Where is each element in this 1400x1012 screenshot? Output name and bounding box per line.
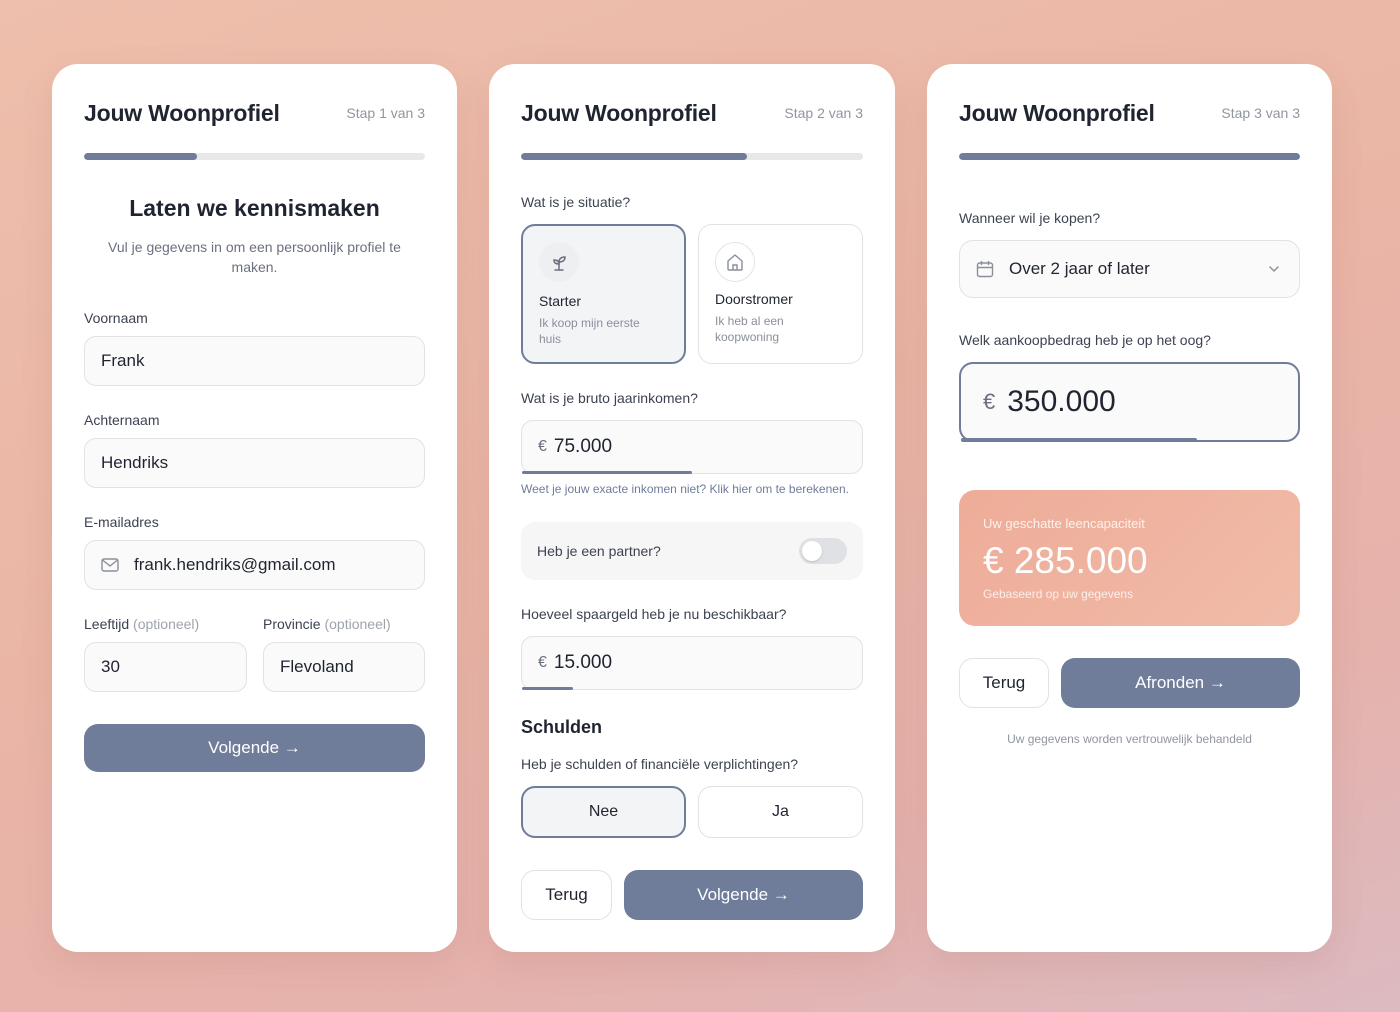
card-title: Jouw Woonprofiel: [959, 100, 1155, 126]
card-title: Jouw Woonprofiel: [521, 100, 717, 126]
sprout-icon: [539, 242, 579, 282]
email-label: E-mailadres: [84, 514, 159, 530]
step-indicator: Stap 2 van 3: [784, 105, 863, 121]
email-value: frank.hendriks@gmail.com: [134, 555, 336, 574]
debts-question: Heb je schulden of financiële verplichti…: [521, 756, 799, 772]
when-question: Wanneer wil je kopen?: [959, 210, 1101, 226]
email-input[interactable]: frank.hendriks@gmail.com: [84, 540, 425, 590]
privacy-note: Uw gegevens worden vertrouwelijk behande…: [1007, 732, 1252, 746]
province-value: Flevoland: [280, 657, 354, 676]
debts-yes-button[interactable]: Ja: [698, 786, 863, 838]
profile-card-step-1: Jouw Woonprofiel Stap 1 van 3 Laten we k…: [52, 64, 457, 952]
partner-toggle[interactable]: [799, 538, 847, 564]
progress-bar: [521, 153, 863, 160]
last-name-label: Achternaam: [84, 412, 160, 428]
when-value: Over 2 jaar of later: [1009, 259, 1150, 278]
option-description: Ik koop mijn eerste huis: [539, 316, 640, 346]
progress-fill: [521, 153, 747, 160]
province-label: Provincie (optioneel): [263, 616, 391, 632]
section-heading: Laten we kennismaken: [129, 195, 380, 221]
progress-bar: [84, 153, 425, 160]
savings-question: Hoeveel spaargeld heb je nu beschikbaar?: [521, 606, 787, 622]
amount-value: 350.000: [1007, 385, 1116, 418]
step-indicator: Stap 1 van 3: [346, 105, 425, 121]
progress-bar: [959, 153, 1300, 160]
mail-icon: [101, 558, 119, 572]
capacity-value: € 285.000: [983, 540, 1148, 581]
province-label-text: Provincie: [263, 616, 321, 632]
amount-input[interactable]: € 350.000: [959, 362, 1300, 442]
step-indicator: Stap 3 van 3: [1221, 105, 1300, 121]
income-fill-bar: [522, 471, 692, 474]
debts-no-button[interactable]: Nee: [521, 786, 686, 838]
option-doorstromer[interactable]: Doorstromer Ik heb al een koopwoning: [698, 224, 863, 364]
euro-icon: €: [538, 438, 547, 455]
calendar-icon: [976, 260, 994, 278]
back-button[interactable]: Terug: [959, 658, 1049, 708]
savings-input[interactable]: € 15.000: [521, 636, 863, 690]
profile-card-step-2: Jouw Woonprofiel Stap 2 van 3 Wat is je …: [489, 64, 895, 952]
savings-fill-bar: [522, 687, 573, 690]
savings-value: 15.000: [553, 652, 613, 673]
amount-question: Welk aankoopbedrag heb je op het oog?: [959, 332, 1211, 348]
finish-button[interactable]: Afronden →: [1061, 658, 1300, 708]
next-button[interactable]: Volgende →: [624, 870, 863, 920]
card-title: Jouw Woonprofiel: [84, 100, 280, 126]
age-optional: (optioneel): [133, 616, 200, 632]
capacity-note: Gebaseerd op uw gegevens: [983, 587, 1134, 601]
province-optional: (optioneel): [324, 616, 391, 632]
option-starter[interactable]: Starter Ik koop mijn eerste huis: [521, 224, 686, 364]
partner-label: Heb je een partner?: [537, 543, 661, 559]
amount-fill-bar: [961, 438, 1197, 442]
debts-heading: Schulden: [521, 717, 603, 737]
income-hint-link[interactable]: Weet je jouw exacte inkomen niet? Klik h…: [521, 482, 849, 496]
euro-icon: €: [538, 654, 547, 671]
progress-fill: [959, 153, 1300, 160]
section-subtitle: Vul je gegevens in om een persoonlijk pr…: [108, 239, 401, 275]
house-icon: [715, 242, 755, 282]
income-question: Wat is je bruto jaarinkomen?: [521, 390, 698, 406]
euro-icon: €: [983, 389, 996, 414]
partner-row: Heb je een partner?: [521, 522, 863, 580]
back-button[interactable]: Terug: [521, 870, 612, 920]
age-input[interactable]: 30: [84, 642, 247, 692]
chevron-down-icon: [1267, 262, 1281, 276]
progress-fill: [84, 153, 197, 160]
profile-card-step-3: Jouw Woonprofiel Stap 3 van 3 Wanneer wi…: [927, 64, 1332, 952]
when-select[interactable]: Over 2 jaar of later: [959, 240, 1300, 298]
age-label: Leeftijd (optioneel): [84, 616, 199, 632]
last-name-value: Hendriks: [101, 453, 169, 472]
income-input[interactable]: € 75.000: [521, 420, 863, 474]
income-value: 75.000: [553, 436, 613, 457]
province-input[interactable]: Flevoland: [263, 642, 425, 692]
situation-question: Wat is je situatie?: [521, 194, 631, 210]
option-name: Doorstromer: [715, 291, 793, 307]
last-name-input[interactable]: Hendriks: [84, 438, 425, 488]
first-name-value: Frank: [101, 351, 145, 370]
age-value: 30: [101, 657, 120, 676]
option-description: Ik heb al een koopwoning: [715, 314, 784, 344]
option-name: Starter: [539, 293, 582, 309]
toggle-knob: [802, 541, 822, 561]
next-button[interactable]: Volgende →: [84, 724, 425, 772]
first-name-input[interactable]: Frank: [84, 336, 425, 386]
capacity-label: Uw geschatte leencapaciteit: [983, 516, 1145, 531]
age-label-text: Leeftijd: [84, 616, 130, 632]
capacity-panel: Uw geschatte leencapaciteit € 285.000 Ge…: [959, 490, 1300, 626]
first-name-label: Voornaam: [84, 310, 148, 326]
